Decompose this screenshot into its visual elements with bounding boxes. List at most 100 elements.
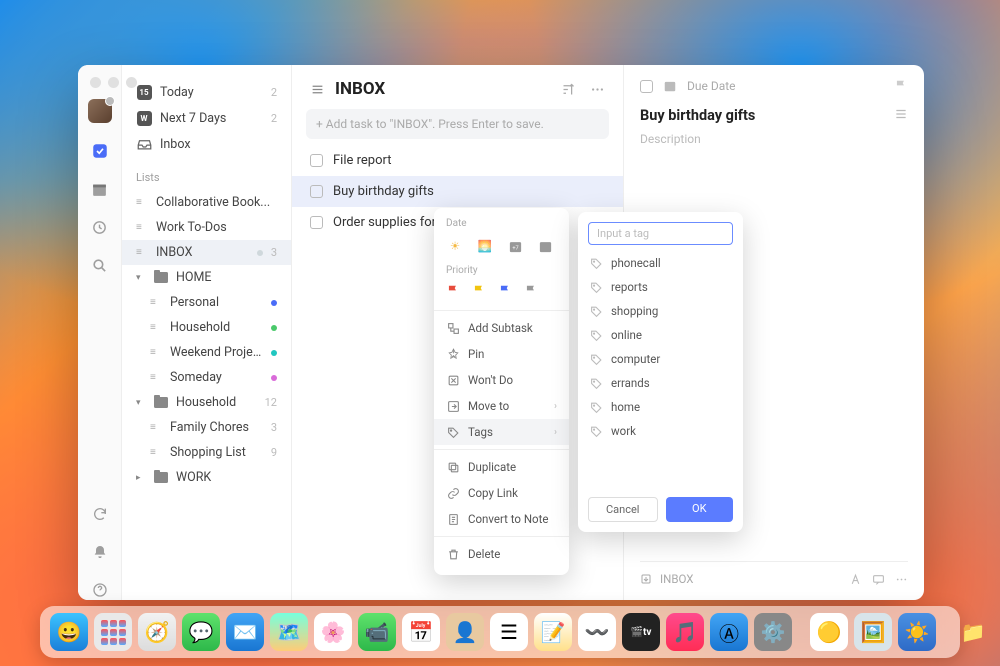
help-icon[interactable]: [90, 580, 110, 600]
list-item-personal[interactable]: ≡Personal: [122, 290, 291, 315]
priority-high-icon[interactable]: [446, 284, 460, 298]
smart-item-next-7-days[interactable]: WNext 7 Days2: [122, 105, 291, 131]
sort-icon[interactable]: [561, 82, 576, 97]
description-input[interactable]: Description: [640, 132, 908, 146]
add-task-input[interactable]: + Add task to "INBOX". Press Enter to sa…: [306, 109, 609, 139]
dock: 😀🧭💬✉️🗺️🌸📹📅👤☰📝〰️🎬tv🎵Ⓐ⚙️ 🟡🖼️☀️ 📁🗑️: [40, 606, 960, 658]
dock-preview1-icon[interactable]: 🖼️: [854, 613, 892, 651]
due-date-label[interactable]: Due Date: [687, 79, 736, 93]
dock-reminders-icon[interactable]: ☰: [490, 613, 528, 651]
tag-option-work[interactable]: work: [588, 421, 733, 441]
dock-facetime-icon[interactable]: 📹: [358, 613, 396, 651]
dock-finder-icon[interactable]: 😀: [50, 613, 88, 651]
task-checkbox[interactable]: [310, 185, 323, 198]
minimize-window-icon[interactable]: [108, 77, 119, 88]
task-row[interactable]: Buy birthday gifts: [292, 176, 623, 207]
dock-calendar-icon[interactable]: 📅: [402, 613, 440, 651]
notifications-icon[interactable]: [90, 542, 110, 562]
task-row[interactable]: File report: [292, 145, 623, 176]
task-checkbox[interactable]: [310, 154, 323, 167]
ctx-move-to[interactable]: Move to›: [434, 393, 569, 419]
tag-option-computer[interactable]: computer: [588, 349, 733, 369]
detail-title[interactable]: Buy birthday gifts: [640, 107, 755, 124]
dock-folder-icon[interactable]: 📁: [954, 613, 992, 651]
list-item-work[interactable]: ▸WORK: [122, 465, 291, 490]
dock-tv-icon[interactable]: 🎬tv: [622, 613, 660, 651]
ctx-copy-link[interactable]: Copy Link: [434, 480, 569, 506]
list-item-weekend-projects[interactable]: ≡Weekend Projects: [122, 340, 291, 365]
task-checkbox[interactable]: [310, 216, 323, 229]
tag-option-errands[interactable]: errands: [588, 373, 733, 393]
smart-item-inbox[interactable]: Inbox: [122, 131, 291, 157]
zoom-window-icon[interactable]: [126, 77, 137, 88]
ctx-pin[interactable]: Pin: [434, 341, 569, 367]
date-tomorrow-icon[interactable]: 🌅: [476, 237, 494, 255]
list-item-work-to-dos[interactable]: ≡Work To-Dos: [122, 215, 291, 240]
menu-icon[interactable]: [310, 83, 325, 96]
list-item-inbox[interactable]: ≡INBOX3: [122, 240, 291, 265]
tag-option-reports[interactable]: reports: [588, 277, 733, 297]
move-list-icon[interactable]: [640, 573, 652, 585]
dock-mail-icon[interactable]: ✉️: [226, 613, 264, 651]
dock-freeform-icon[interactable]: 〰️: [578, 613, 616, 651]
date-today-icon[interactable]: ☀: [446, 237, 464, 255]
dock-notes-icon[interactable]: 📝: [534, 613, 572, 651]
dock-chrome-icon[interactable]: 🟡: [810, 613, 848, 651]
dock-safari-icon[interactable]: 🧭: [138, 613, 176, 651]
tag-input[interactable]: [588, 222, 733, 245]
priority-none-icon[interactable]: [524, 284, 538, 298]
ctx-add-subtask[interactable]: Add Subtask: [434, 315, 569, 341]
avatar[interactable]: [88, 99, 112, 123]
priority-low-icon[interactable]: [498, 284, 512, 298]
dock-appstore-icon[interactable]: Ⓐ: [710, 613, 748, 651]
priority-medium-icon[interactable]: [472, 284, 486, 298]
detail-checkbox[interactable]: [640, 80, 653, 93]
collapse-icon[interactable]: [894, 107, 908, 121]
calendar-icon[interactable]: [663, 79, 677, 93]
tag-option-home[interactable]: home: [588, 397, 733, 417]
close-window-icon[interactable]: [90, 77, 101, 88]
ctx-duplicate[interactable]: Duplicate: [434, 454, 569, 480]
dock-settings-icon[interactable]: ⚙️: [754, 613, 792, 651]
list-item-shopping-list[interactable]: ≡Shopping List9: [122, 440, 291, 465]
dock-maps-icon[interactable]: 🗺️: [270, 613, 308, 651]
cancel-button[interactable]: Cancel: [588, 497, 658, 522]
detail-more-icon[interactable]: [895, 573, 908, 586]
flag-icon[interactable]: [894, 79, 908, 93]
dock-weather-icon[interactable]: ☀️: [898, 613, 936, 651]
list-item-collaborative-book-[interactable]: ≡Collaborative Book...: [122, 190, 291, 215]
tag-option-online[interactable]: online: [588, 325, 733, 345]
ctx-tags[interactable]: Tags›: [434, 419, 569, 445]
calendar-tab-icon[interactable]: [90, 179, 110, 199]
sync-icon[interactable]: [90, 504, 110, 524]
dock-music-icon[interactable]: 🎵: [666, 613, 704, 651]
list-item-home[interactable]: ▾HOME: [122, 265, 291, 290]
tag-option-phonecall[interactable]: phonecall: [588, 253, 733, 273]
dock-launchpad-icon[interactable]: [94, 613, 132, 651]
tag-option-shopping[interactable]: shopping: [588, 301, 733, 321]
ctx-convert-to-note[interactable]: Convert to Note: [434, 506, 569, 532]
date-custom-icon[interactable]: [536, 237, 554, 255]
list-item-family-chores[interactable]: ≡Family Chores3: [122, 415, 291, 440]
font-icon[interactable]: [849, 573, 862, 586]
ok-button[interactable]: OK: [666, 497, 734, 522]
comment-icon[interactable]: [872, 573, 885, 586]
list-item-someday[interactable]: ≡Someday: [122, 365, 291, 390]
pomo-tab-icon[interactable]: [90, 217, 110, 237]
smart-item-today[interactable]: 15Today2: [122, 79, 291, 105]
search-icon[interactable]: [90, 255, 110, 275]
dock-messages-icon[interactable]: 💬: [182, 613, 220, 651]
nav-rail: [78, 65, 122, 600]
date-section-label: Date: [434, 216, 569, 233]
traffic-lights: [90, 77, 137, 88]
tasks-tab-icon[interactable]: [90, 141, 110, 161]
more-icon[interactable]: [590, 82, 605, 97]
ctx-won-t-do[interactable]: Won't Do: [434, 367, 569, 393]
dock-contacts-icon[interactable]: 👤: [446, 613, 484, 651]
list-item-household[interactable]: ▾Household12: [122, 390, 291, 415]
ctx-delete[interactable]: Delete: [434, 541, 569, 567]
date-nextweek-icon[interactable]: +7: [506, 237, 524, 255]
dock-photos-icon[interactable]: 🌸: [314, 613, 352, 651]
list-item-household[interactable]: ≡Household: [122, 315, 291, 340]
footer-list-name[interactable]: INBOX: [660, 572, 694, 586]
